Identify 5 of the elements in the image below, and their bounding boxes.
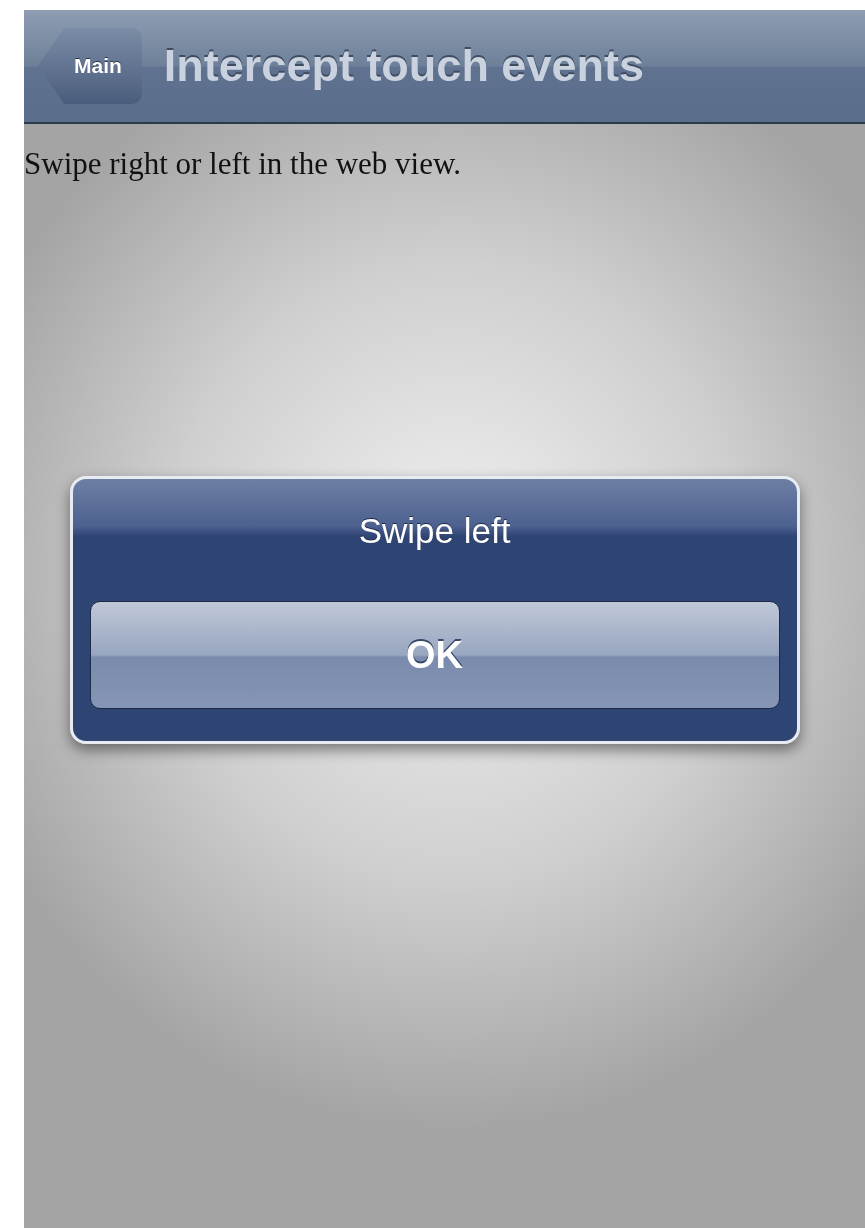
back-button[interactable]: Main	[38, 28, 142, 104]
instruction-text: Swipe right or left in the web view.	[24, 146, 463, 182]
ok-button[interactable]: OK	[89, 601, 780, 709]
page-title: Intercept touch events	[163, 40, 644, 92]
alert-message: Swipe left	[358, 511, 511, 551]
